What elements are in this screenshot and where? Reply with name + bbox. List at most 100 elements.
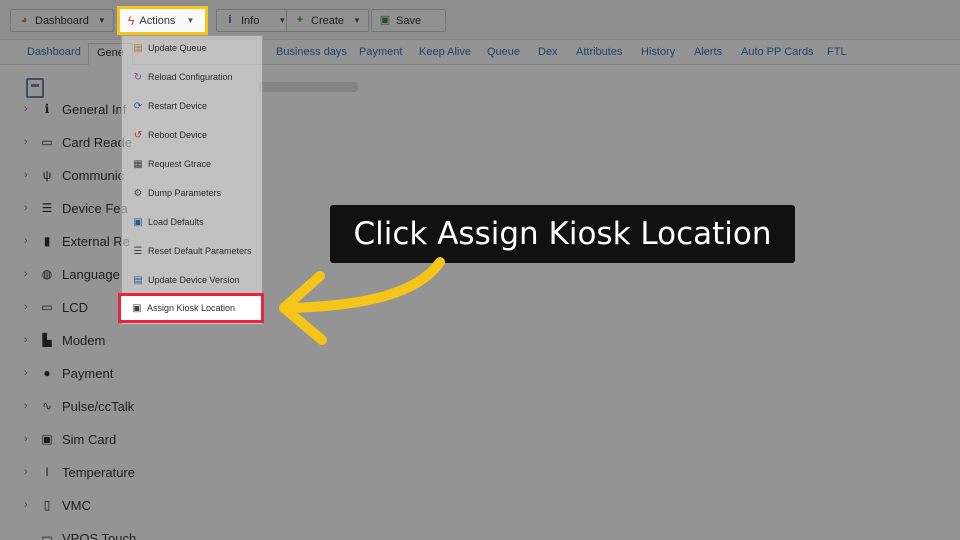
tab-dashboard[interactable]: Dashboard xyxy=(27,46,81,58)
device-icon xyxy=(26,78,44,98)
actions-label: Actions xyxy=(139,14,176,27)
tree-item-device-features[interactable]: › ☰ Device Fea xyxy=(24,198,128,218)
menu-item-label: Reboot Device xyxy=(148,130,208,140)
tree-item-label: LCD xyxy=(62,299,89,315)
chevron-down-icon: ▼ xyxy=(353,16,361,25)
chevron-right-icon: › xyxy=(24,367,28,379)
update-version-icon: ▤ xyxy=(133,274,143,286)
kiosk-icon: ▣ xyxy=(132,302,142,314)
chevron-right-icon: › xyxy=(24,169,28,181)
chevron-right-icon: › xyxy=(24,433,28,445)
tab-attributes[interactable]: Attributes xyxy=(576,46,622,58)
tree-item-vmc[interactable]: › ▯ VMC xyxy=(24,495,91,515)
tree-item-label: External Re xyxy=(62,233,130,249)
tree-item-sim-card[interactable]: › ▣ Sim Card xyxy=(24,429,116,449)
tree-item-label: Sim Card xyxy=(62,431,117,447)
tree-item-general-info[interactable]: › i General Inf xyxy=(24,99,126,119)
tree-item-vpos-touch[interactable]: ▭ VPOS Touch xyxy=(24,528,136,540)
menu-item-label: Reload Configuration xyxy=(148,72,233,82)
dashboard-dropdown-button[interactable]: ◕ Dashboard ▼ xyxy=(10,9,114,32)
create-label: Create xyxy=(311,14,345,27)
antenna-icon: ψ xyxy=(42,168,52,182)
curved-arrow-icon xyxy=(279,257,445,345)
menu-item-reload-configuration[interactable]: ↻ Reload Configuration xyxy=(122,67,264,87)
info-icon: i xyxy=(44,102,50,116)
vpos-icon: ▭ xyxy=(41,531,53,540)
menu-item-update-device-version[interactable]: ▤ Update Device Version xyxy=(122,270,264,290)
tree-item-communication[interactable]: › ψ Communic xyxy=(24,165,124,185)
menu-item-label: Update Device Version xyxy=(148,275,240,285)
tree-item-label: Modem xyxy=(62,332,106,348)
create-dropdown-button[interactable]: + Create ▼ xyxy=(286,9,369,32)
save-icon: ▣ xyxy=(379,14,391,26)
tree-item-temperature[interactable]: › ǀ Temperature xyxy=(24,462,135,482)
reboot-icon: ↺ xyxy=(133,129,143,141)
menu-item-dump-parameters[interactable]: ⚙ Dump Parameters xyxy=(122,183,264,203)
lightning-icon: ϟ xyxy=(128,13,135,28)
tab-queue[interactable]: Queue xyxy=(487,46,520,58)
menu-item-label: Assign Kiosk Location xyxy=(147,303,236,313)
tree-item-label: Language xyxy=(62,266,120,282)
tree-item-card-reader[interactable]: › ▭ Card Reade xyxy=(24,132,132,152)
tree-item-external-readers[interactable]: › ▮ External Re xyxy=(24,231,130,251)
tab-payment[interactable]: Payment xyxy=(359,46,402,58)
chevron-right-icon: › xyxy=(24,499,28,511)
chevron-right-icon: › xyxy=(24,466,28,478)
menu-item-restart-device[interactable]: ⟳ Restart Device xyxy=(122,96,264,116)
menu-item-label: Restart Device xyxy=(148,101,208,111)
save-button[interactable]: ▣ Save xyxy=(371,9,446,32)
menu-item-update-queue[interactable]: ▤ Update Queue xyxy=(122,38,264,58)
card-reader-icon: ▭ xyxy=(41,135,53,149)
chevron-down-icon: ▼ xyxy=(186,16,195,25)
save-label: Save xyxy=(396,14,422,27)
tree-item-label: Communic xyxy=(62,167,125,183)
features-icon: ☰ xyxy=(41,201,53,215)
restart-icon: ⟳ xyxy=(133,100,143,112)
pulse-icon: ∿ xyxy=(41,399,53,413)
menu-item-label: Load Defaults xyxy=(148,217,204,227)
tab-auto-pp-cards[interactable]: Auto PP Cards xyxy=(741,46,814,58)
menu-item-label: Request Gtrace xyxy=(148,159,212,169)
menu-item-request-gtrace[interactable]: ▦ Request Gtrace xyxy=(122,154,264,174)
tree-item-label: Temperature xyxy=(62,464,135,480)
tree-item-lcd[interactable]: › ▭ LCD xyxy=(24,297,88,317)
tree-item-payment[interactable]: › ● Payment xyxy=(24,363,113,383)
actions-dropdown-menu: ▤ Update Queue ↻ Reload Configuration ⟳ … xyxy=(121,35,263,325)
menu-item-load-defaults[interactable]: ▣ Load Defaults xyxy=(122,212,264,232)
chevron-down-icon: ▼ xyxy=(97,16,106,25)
chevron-right-icon: › xyxy=(24,400,28,412)
info-dropdown-button[interactable]: i Info ▼ xyxy=(216,9,295,32)
tree-item-pulse-cctalk[interactable]: › ∿ Pulse/ccTalk xyxy=(24,396,134,416)
menu-item-reset-default-parameters[interactable]: ☰ Reset Default Parameters xyxy=(122,241,264,261)
info-icon: i xyxy=(228,14,232,26)
dump-icon: ⚙ xyxy=(133,187,143,199)
actions-dropdown-button[interactable]: ϟ Actions ▼ xyxy=(117,6,208,35)
tree-item-modem[interactable]: › ▙ Modem xyxy=(24,330,105,350)
globe-icon: ◍ xyxy=(41,267,53,281)
info-label: Info xyxy=(241,14,260,27)
chevron-right-icon: › xyxy=(24,334,28,346)
tree-item-language[interactable]: › ◍ Language xyxy=(24,264,120,284)
chevron-right-icon: › xyxy=(24,301,28,313)
chevron-right-icon: › xyxy=(24,136,28,148)
tab-history[interactable]: History xyxy=(641,46,675,58)
modem-icon: ▙ xyxy=(42,333,52,347)
menu-item-assign-kiosk-location[interactable]: ▣ Assign Kiosk Location xyxy=(118,293,264,323)
reload-icon: ↻ xyxy=(133,71,143,83)
tree-item-label: Device Fea xyxy=(62,200,128,216)
tab-keep-alive[interactable]: Keep Alive xyxy=(419,46,471,58)
dashboard-label: Dashboard xyxy=(35,14,89,27)
menu-item-label: Dump Parameters xyxy=(148,188,222,198)
thermometer-icon: ǀ xyxy=(45,465,49,479)
tab-business-days[interactable]: Business days xyxy=(276,46,347,58)
queue-icon: ▤ xyxy=(133,42,143,54)
external-device-icon: ▮ xyxy=(43,234,51,248)
menu-item-reboot-device[interactable]: ↺ Reboot Device xyxy=(122,125,264,145)
tab-alerts[interactable]: Alerts xyxy=(694,46,722,58)
tree-item-label: Payment xyxy=(62,365,114,381)
tab-dex[interactable]: Dex xyxy=(538,46,558,58)
menu-item-label: Update Queue xyxy=(148,43,207,53)
tab-ftl[interactable]: FTL xyxy=(827,46,847,58)
plus-icon: + xyxy=(296,14,304,26)
menu-item-label: Reset Default Parameters xyxy=(148,246,252,256)
